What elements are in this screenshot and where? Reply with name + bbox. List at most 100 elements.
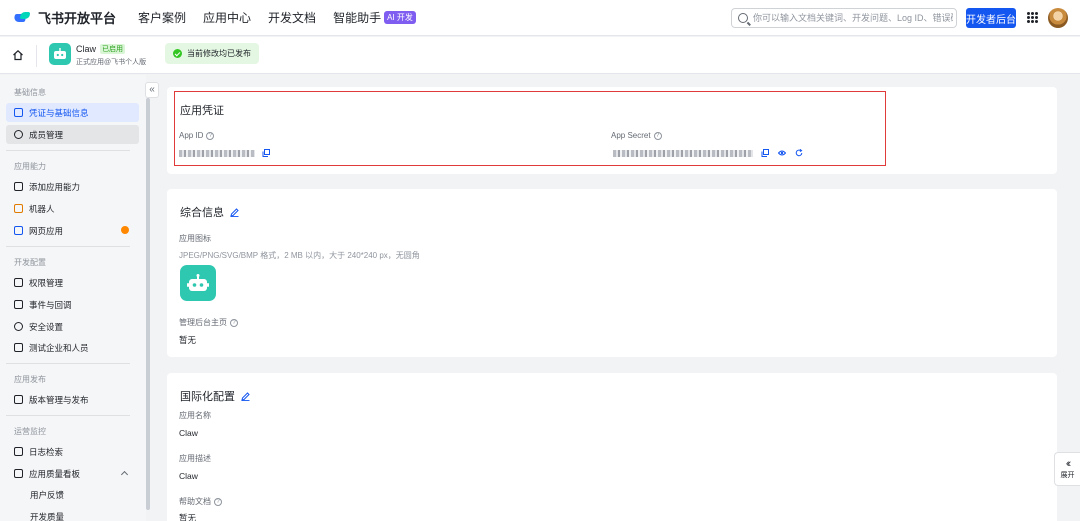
app-secret-label: App Secret ? <box>611 131 662 140</box>
i18n-title: 国际化配置 <box>180 388 250 404</box>
event-icon <box>14 300 23 309</box>
nav-link-assistant[interactable]: 智能助手 AI 开发 <box>333 9 416 26</box>
double-chevron-left-icon: ‹‹ <box>1065 457 1072 470</box>
sidebar-item-logs[interactable]: 日志检索 <box>6 442 139 461</box>
edit-icon[interactable] <box>241 391 250 401</box>
sidebar-group-ability: 应用能力 <box>14 162 46 171</box>
sidebar-item-events[interactable]: 事件与回调 <box>6 295 139 314</box>
developer-console-button[interactable]: 开发者后台 <box>966 8 1016 28</box>
expand-panel-button[interactable]: ‹‹ 展开 <box>1054 452 1080 486</box>
app-subtitle: 正式应用@飞书个人版 <box>76 59 147 66</box>
sidebar-divider <box>6 246 130 247</box>
app-status-badge: 已启用 <box>100 44 126 54</box>
sidebar-group-ops: 运营监控 <box>14 427 46 436</box>
app-grid-icon[interactable] <box>1027 12 1038 23</box>
eye-icon[interactable] <box>778 149 786 157</box>
sidebar-item-dev-quality[interactable]: 开发质量 <box>6 507 139 521</box>
homepage-value: 暂无 <box>179 335 197 345</box>
credentials-icon <box>14 108 23 117</box>
webapp-icon <box>14 226 23 235</box>
app-robot-icon <box>49 43 71 65</box>
help-doc-label: 帮助文档 ? <box>179 496 222 507</box>
app-secret-label-text: App Secret <box>611 131 651 140</box>
help-icon[interactable]: ? <box>653 131 662 140</box>
sidebar-item-label: 开发质量 <box>30 511 65 521</box>
refresh-icon[interactable] <box>795 149 803 157</box>
check-circle-icon <box>173 49 182 58</box>
collapse-sidebar-button[interactable]: « <box>145 82 159 98</box>
shield-icon <box>14 322 23 331</box>
sidebar-item-label: 日志检索 <box>29 446 64 457</box>
help-icon[interactable]: ? <box>230 318 238 327</box>
app-name-value: Claw <box>179 428 198 438</box>
bar-chart-icon <box>14 469 23 478</box>
general-info-title-text: 综合信息 <box>180 207 224 219</box>
sidebar-scrollbar[interactable] <box>146 98 150 510</box>
nav-link-cases[interactable]: 客户案例 <box>138 9 186 26</box>
copy-icon[interactable] <box>262 149 270 157</box>
app-id-masked-value <box>179 150 255 157</box>
sidebar-item-credentials[interactable]: 凭证与基础信息 <box>6 103 139 122</box>
help-doc-label-text: 帮助文档 <box>179 497 211 506</box>
home-icon[interactable] <box>12 49 24 61</box>
expand-label: 展开 <box>1060 471 1075 479</box>
sidebar-item-label: 用户反馈 <box>30 489 65 500</box>
sidebar: 基础信息 凭证与基础信息 成员管理 应用能力 添加应用能力 机器人 网页应用 开… <box>0 75 146 521</box>
sidebar-item-label: 测试企业和人员 <box>29 342 89 353</box>
sidebar-item-label: 成员管理 <box>29 129 64 140</box>
app-name: Claw <box>76 44 97 54</box>
header-divider <box>36 45 37 67</box>
brand-name: 飞书开放平台 <box>38 11 117 26</box>
app-name-label: 应用名称 <box>179 411 211 420</box>
sidebar-item-label: 版本管理与发布 <box>29 394 89 405</box>
i18n-title-text: 国际化配置 <box>180 391 235 403</box>
edit-icon[interactable] <box>230 207 239 217</box>
sidebar-item-feedback[interactable]: 用户反馈 <box>6 485 139 504</box>
brand[interactable]: 飞书开放平台 <box>12 8 117 27</box>
sidebar-group-dev: 开发配置 <box>14 258 46 267</box>
version-icon <box>14 395 23 404</box>
app-id-label-text: App ID <box>179 131 204 140</box>
sidebar-item-permissions[interactable]: 权限管理 <box>6 273 139 292</box>
app-id-label: App ID ? <box>179 131 215 140</box>
help-icon[interactable]: ? <box>206 131 215 140</box>
ai-dev-badge: AI 开发 <box>384 11 416 24</box>
sidebar-item-label: 机器人 <box>29 203 55 214</box>
sidebar-item-webapp[interactable]: 网页应用 <box>6 221 139 240</box>
avatar[interactable] <box>1048 8 1068 28</box>
copy-icon[interactable] <box>761 149 769 157</box>
sidebar-item-label: 应用质量看板 <box>29 468 81 479</box>
sidebar-item-members[interactable]: 成员管理 <box>6 125 139 144</box>
sidebar-item-test-company[interactable]: 测试企业和人员 <box>6 338 139 357</box>
search-box[interactable] <box>731 8 957 28</box>
sidebar-item-version[interactable]: 版本管理与发布 <box>6 390 139 409</box>
top-nav: 飞书开放平台 客户案例 应用中心 开发文档 智能助手 AI 开发 开发者后台 <box>0 0 1080 36</box>
nav-link-docs[interactable]: 开发文档 <box>268 9 316 26</box>
i18n-card: 国际化配置 <box>167 373 1057 521</box>
search-input[interactable] <box>753 13 953 23</box>
grid-plus-icon <box>14 182 23 191</box>
sidebar-group-basic: 基础信息 <box>14 88 46 97</box>
help-icon[interactable]: ? <box>214 497 222 506</box>
app-robot-icon[interactable] <box>180 265 216 301</box>
help-doc-value: 暂无 <box>179 513 197 521</box>
sidebar-item-label: 权限管理 <box>29 277 64 288</box>
publish-status-toast: 当前修改均已发布 <box>165 43 259 64</box>
sidebar-item-label: 添加应用能力 <box>29 181 81 192</box>
sidebar-item-label: 事件与回调 <box>29 299 72 310</box>
nav-link-app-center[interactable]: 应用中心 <box>203 9 251 26</box>
sidebar-item-label: 安全设置 <box>29 321 64 332</box>
sidebar-item-label: 凭证与基础信息 <box>29 107 89 118</box>
sidebar-item-quality[interactable]: 应用质量看板 <box>6 464 139 483</box>
sidebar-item-add-ability[interactable]: 添加应用能力 <box>6 177 139 196</box>
app-secret-masked-value <box>613 150 753 157</box>
sidebar-item-bot[interactable]: 机器人 <box>6 199 139 218</box>
robot-icon <box>14 204 23 213</box>
app-header <box>0 37 1080 74</box>
homepage-label-text: 管理后台主页 <box>179 318 227 327</box>
sidebar-divider <box>6 363 130 364</box>
sidebar-item-security[interactable]: 安全设置 <box>6 317 139 336</box>
feishu-logo-icon <box>12 11 32 25</box>
sidebar-group-release: 应用发布 <box>14 375 46 384</box>
app-desc-label: 应用描述 <box>179 454 211 463</box>
